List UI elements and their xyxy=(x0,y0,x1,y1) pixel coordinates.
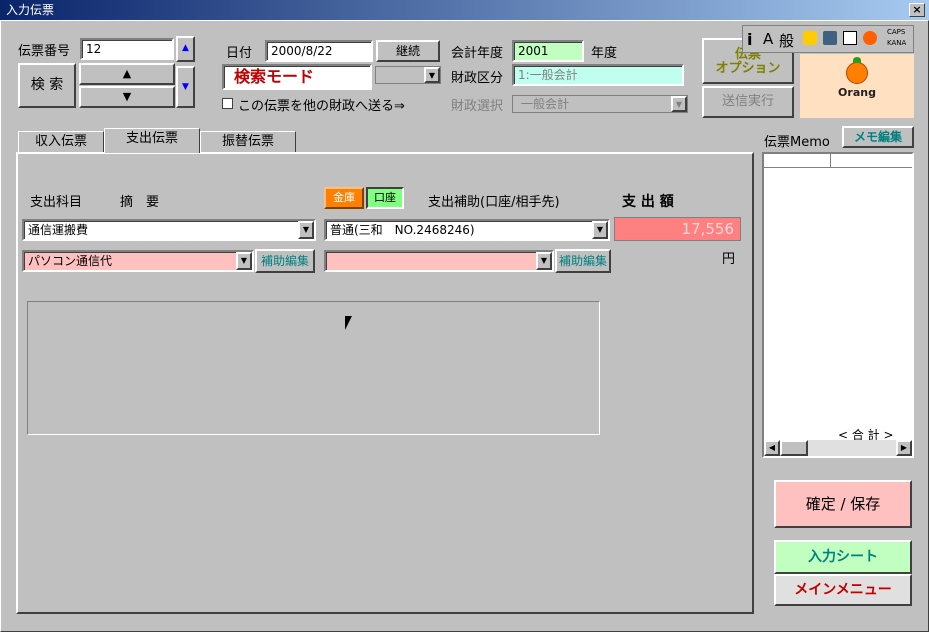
continue-button[interactable]: 継続 xyxy=(376,40,440,62)
account-dropdown[interactable]: 普通(三和 NO.2468246) ▼ xyxy=(324,219,610,241)
memo-edit-button[interactable]: メモ編集 xyxy=(842,126,914,148)
voucher-down-icon[interactable]: ▼ xyxy=(176,66,195,108)
input-sheet-button[interactable]: 入力シート xyxy=(774,540,912,574)
summary-value: パソコン通信代 xyxy=(28,254,113,268)
memo-hscrollbar[interactable]: ◀ ▶ xyxy=(764,440,912,456)
notebook-icon[interactable] xyxy=(823,31,837,45)
memo-column-divider xyxy=(830,154,831,168)
window-title: 入力伝票 xyxy=(6,3,55,17)
expense-subject-value: 通信運搬費 xyxy=(28,223,89,237)
scroll-right-icon[interactable]: ▶ xyxy=(896,440,912,456)
kana-indicator: KANA xyxy=(887,39,907,47)
memo-list[interactable]: < 合 計 > ◀ ▶ xyxy=(762,152,914,458)
chevron-down-icon[interactable]: ▼ xyxy=(236,252,252,270)
chevron-down-icon[interactable]: ▼ xyxy=(671,96,687,112)
send-execute-button[interactable]: 送信実行 xyxy=(702,86,794,118)
record-next-button[interactable]: ▼ xyxy=(79,86,175,108)
voucher-number-field[interactable]: 12 xyxy=(80,38,174,60)
info-icon[interactable]: i xyxy=(747,30,752,49)
orange-fruit-icon xyxy=(846,62,868,84)
currency-label: 円 xyxy=(722,252,736,267)
date-field[interactable]: 2000/8/22 xyxy=(265,40,373,62)
send-other-label: この伝票を他の財政へ送る⇒ xyxy=(238,99,405,114)
tab-income[interactable]: 収入伝票 xyxy=(18,131,104,153)
date-label: 日付 xyxy=(226,46,253,61)
window-title-bar: 入力伝票 xyxy=(0,0,929,20)
voucher-up-icon[interactable]: ▲ xyxy=(176,36,195,62)
cash-button[interactable]: 金庫 xyxy=(324,187,364,209)
aux-label: 支出補助(口座/相手先) xyxy=(428,195,560,210)
record-prev-button[interactable]: ▲ xyxy=(79,63,175,85)
caps-indicator: CAPS xyxy=(887,28,906,36)
help-icon[interactable] xyxy=(863,31,877,45)
summary-label: 摘 要 xyxy=(120,195,160,210)
pad-icon[interactable] xyxy=(843,31,857,45)
logo-text: Orang xyxy=(838,86,876,99)
dictionary-icon[interactable] xyxy=(803,31,817,45)
expense-subject-label: 支出科目 xyxy=(30,195,83,210)
mode-dropdown[interactable]: ▼ xyxy=(375,66,441,84)
chevron-down-icon[interactable]: ▼ xyxy=(424,67,440,83)
tab-expense[interactable]: 支出伝票 xyxy=(104,128,200,153)
expense-subject-dropdown[interactable]: 通信運搬費 ▼ xyxy=(22,219,316,241)
fiscal-year-field[interactable]: 2001 xyxy=(512,40,584,62)
ime-toolbar: i A 般 CAPS KANA xyxy=(742,25,914,53)
amount-label: 支 出 額 xyxy=(622,194,674,210)
amount-field[interactable]: 17,556 xyxy=(614,217,741,241)
finance-division-field: 1:一般会計 xyxy=(512,64,684,86)
aux-edit-button-1[interactable]: 補助編集 xyxy=(255,249,315,273)
input-mode-icon[interactable]: A xyxy=(763,30,773,48)
aux-edit-button-2[interactable]: 補助編集 xyxy=(555,249,611,273)
mouse-pointer-icon xyxy=(345,316,352,330)
finance-select-label: 財政選択 xyxy=(451,99,504,114)
scroll-thumb[interactable] xyxy=(780,440,808,456)
scroll-left-icon[interactable]: ◀ xyxy=(764,440,780,456)
account-button[interactable]: 口座 xyxy=(366,187,404,209)
fiscal-year-label: 会計年度 xyxy=(451,46,504,61)
finance-division-label: 財政区分 xyxy=(451,71,504,86)
confirm-save-button[interactable]: 確定 / 保存 xyxy=(774,480,912,528)
chevron-down-icon[interactable]: ▼ xyxy=(592,221,608,239)
account-value: 普通(三和 NO.2468246) xyxy=(330,223,475,237)
memo-header xyxy=(764,154,912,168)
orange-logo: Orang xyxy=(800,54,914,118)
chevron-down-icon[interactable]: ▼ xyxy=(536,252,552,270)
chevron-down-icon[interactable]: ▼ xyxy=(298,221,314,239)
close-button[interactable]: × xyxy=(909,3,925,17)
aux-dropdown[interactable]: ▼ xyxy=(324,250,554,272)
mode-indicator: 検索モード xyxy=(222,64,372,90)
memo-label: 伝票Memo xyxy=(764,135,830,150)
detail-area xyxy=(27,301,600,435)
finance-select-value: 一般会計 xyxy=(521,97,570,111)
tab-transfer[interactable]: 振替伝票 xyxy=(200,131,296,153)
send-other-checkbox[interactable] xyxy=(222,98,233,109)
finance-select-dropdown[interactable]: 一般会計 ▼ xyxy=(512,95,688,113)
voucher-number-label: 伝票番号 xyxy=(18,44,71,59)
leaf-icon xyxy=(853,57,861,63)
main-menu-button[interactable]: メインメニュー xyxy=(774,574,912,606)
summary-dropdown[interactable]: パソコン通信代 ▼ xyxy=(22,250,254,272)
search-button[interactable]: 検 索 xyxy=(18,63,76,108)
fiscal-year-suffix: 年度 xyxy=(591,46,618,61)
kanji-mode-icon[interactable]: 般 xyxy=(779,30,794,51)
